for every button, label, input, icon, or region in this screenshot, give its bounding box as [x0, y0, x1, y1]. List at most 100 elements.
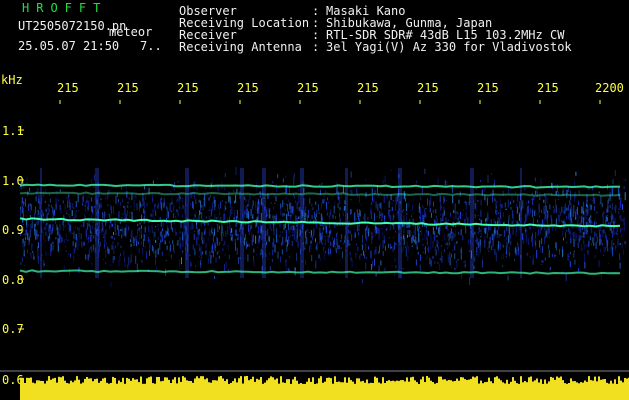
noise-pixel: [583, 205, 585, 207]
noise-pixel: [589, 203, 591, 211]
noise-pixel: [453, 245, 455, 251]
noise-pixel: [590, 198, 592, 201]
noise-pixel: [208, 228, 210, 236]
noise-pixel: [420, 218, 422, 223]
noise-pixel: [621, 219, 623, 221]
noise-pixel: [408, 245, 409, 253]
signal-level-spike: [500, 380, 502, 386]
signal-level-spike: [584, 380, 586, 386]
noise-pixel: [312, 207, 314, 211]
signal-level-spike: [142, 383, 144, 386]
noise-pixel: [105, 229, 107, 234]
noise-pixel: [20, 261, 22, 265]
noise-pixel: [350, 256, 352, 261]
noise-pixel: [544, 236, 546, 244]
noise-pixel: [162, 221, 164, 228]
noise-pixel: [339, 207, 341, 211]
noise-pixel: [212, 234, 214, 243]
noise-pixel: [292, 234, 294, 236]
noise-pixel: [282, 212, 284, 217]
noise-pixel: [497, 200, 499, 203]
noise-pixel: [595, 222, 597, 225]
noise-pixel: [289, 234, 291, 237]
noise-pixel: [130, 232, 132, 241]
noise-pixel: [43, 227, 45, 231]
signal-level-spike: [30, 377, 32, 386]
noise-pixel: [270, 202, 272, 204]
noise-pixel: [415, 259, 417, 266]
noise-pixel: [474, 203, 476, 210]
signal-level-spike: [196, 376, 198, 386]
noise-pixel: [468, 239, 470, 245]
noise-pixel: [532, 254, 534, 261]
signal-level-spike: [56, 382, 58, 386]
noise-pixel: [145, 250, 147, 253]
noise-pixel: [320, 213, 322, 222]
x-tick-label: 215: [237, 81, 259, 95]
noise-pixel: [551, 254, 553, 257]
signal-level-spike: [528, 377, 530, 386]
noise-pixel: [334, 238, 336, 246]
noise-pixel: [478, 252, 480, 258]
noise-pixel: [545, 205, 547, 212]
noise-pixel: [181, 197, 183, 203]
signal-level-spike: [338, 381, 340, 386]
noise-pixel: [448, 239, 450, 248]
signal-level-spike: [256, 378, 258, 386]
signal-level-spike: [460, 377, 462, 386]
noise-pixel: [52, 241, 54, 250]
noise-pixel: [315, 260, 317, 269]
noise-pixel: [71, 210, 73, 217]
signal-level-spike: [552, 377, 554, 386]
noise-pixel: [535, 209, 537, 217]
noise-pixel: [141, 225, 142, 229]
noise-pixel: [444, 180, 446, 186]
noise-pixel: [420, 230, 421, 232]
noise-pixel: [617, 233, 618, 235]
noise-pixel: [167, 228, 169, 237]
signal-level-spike: [202, 376, 204, 386]
noise-pixel: [283, 213, 285, 216]
noise-pixel: [528, 205, 530, 213]
noise-pixel: [60, 207, 62, 214]
noise-pixel: [310, 230, 312, 236]
signal-level-spike: [258, 379, 260, 386]
noise-pixel: [293, 232, 295, 240]
noise-pixel: [553, 208, 555, 214]
noise-pixel: [75, 201, 77, 208]
noise-pixel: [209, 188, 211, 189]
noise-pixel: [143, 208, 145, 214]
noise-pixel: [497, 244, 499, 252]
noise-pixel: [155, 249, 157, 258]
noise-pixel: [507, 275, 509, 281]
noise-pixel: [502, 212, 504, 218]
noise-pixel: [260, 212, 262, 221]
noise-pixel: [63, 239, 65, 244]
noise-pixel: [51, 206, 53, 208]
noise-pixel: [297, 189, 299, 191]
noise-pixel: [245, 234, 246, 240]
noise-pixel: [297, 231, 299, 240]
noise-pixel: [124, 263, 126, 268]
noise-pixel: [37, 246, 39, 251]
noise-pixel: [123, 250, 125, 257]
signal-level-spike: [362, 380, 364, 386]
signal-level-spike: [324, 381, 326, 386]
noise-pixel: [405, 246, 407, 248]
noise-pixel: [382, 180, 384, 184]
noise-pixel: [418, 234, 420, 243]
signal-level-spike: [60, 377, 62, 386]
signal-level-spike: [62, 376, 64, 386]
signal-level-spike: [514, 380, 516, 386]
noise-pixel: [203, 200, 204, 206]
noise-pixel: [401, 210, 403, 213]
noise-pixel: [21, 257, 23, 262]
noise-pixel: [297, 239, 299, 248]
noise-pixel: [229, 224, 231, 230]
noise-pixel: [434, 233, 436, 241]
noise-pixel: [271, 219, 273, 220]
signal-level-spike: [488, 377, 490, 386]
noise-pixel: [92, 221, 94, 223]
noise-pixel: [305, 236, 307, 244]
noise-pixel: [144, 226, 146, 233]
